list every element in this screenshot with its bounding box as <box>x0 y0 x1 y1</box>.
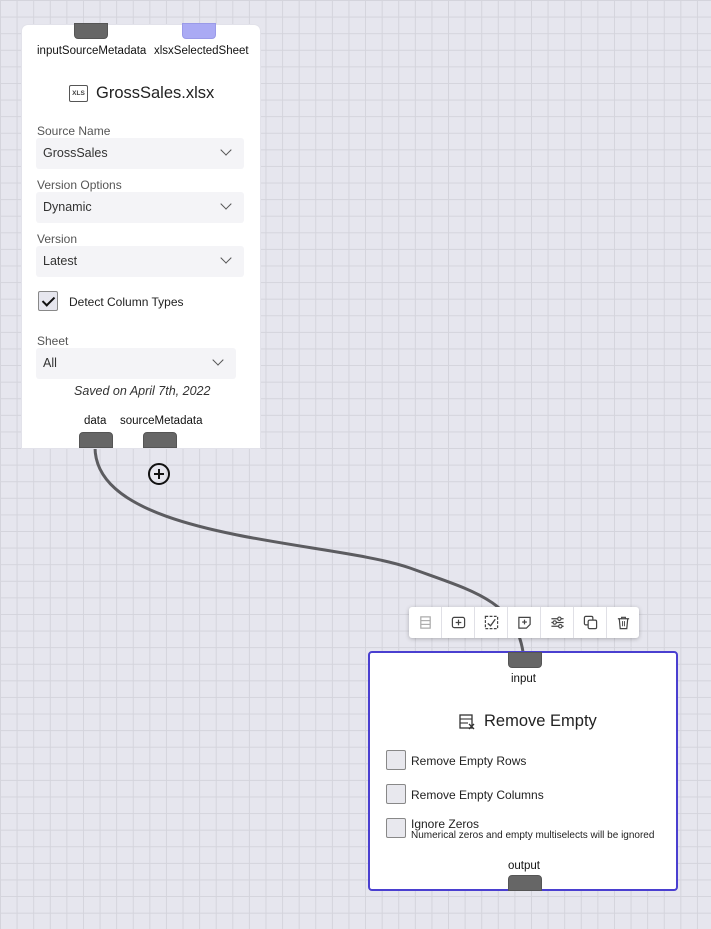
add-node-icon[interactable] <box>441 607 474 638</box>
version-value: Latest <box>43 254 78 268</box>
workflow-canvas[interactable]: inputSourceMetadata xlsxSelectedSheet XL… <box>0 0 711 929</box>
port-label: inputSourceMetadata <box>37 45 147 57</box>
version-options-value: Dynamic <box>43 200 92 214</box>
source-name-label: Source Name <box>37 124 111 138</box>
add-node-button[interactable] <box>148 463 170 485</box>
chevron-down-icon <box>220 198 232 210</box>
version-select[interactable]: Latest <box>36 246 244 277</box>
remove-empty-rows-label: Remove Empty Rows <box>411 754 527 768</box>
remove-empty-columns-label: Remove Empty Columns <box>411 788 544 802</box>
remove-empty-node[interactable]: input Remove Empty Remove Empty Rows Rem… <box>368 651 678 891</box>
remove-empty-columns-checkbox[interactable] <box>386 784 406 804</box>
port-label: output <box>508 860 540 872</box>
port-label: xlsxSelectedSheet <box>154 45 249 57</box>
version-label: Version <box>37 232 78 246</box>
node-title: Remove Empty <box>458 712 597 731</box>
chevron-down-icon <box>220 144 232 156</box>
trash-icon[interactable] <box>606 607 639 638</box>
input-port-xlsx-selected-sheet[interactable] <box>182 23 216 39</box>
source-name-value: GrossSales <box>43 146 108 160</box>
chevron-down-icon <box>220 252 232 264</box>
output-port-source-metadata[interactable] <box>143 432 177 448</box>
settings-sliders-icon[interactable] <box>540 607 573 638</box>
source-name-select[interactable]: GrossSales <box>36 138 244 169</box>
node-title-text: GrossSales.xlsx <box>96 84 215 102</box>
xlsx-source-node[interactable]: inputSourceMetadata xlsxSelectedSheet XL… <box>22 23 260 448</box>
duplicate-icon[interactable] <box>573 607 606 638</box>
table-remove-icon <box>459 713 475 729</box>
input-port-source-metadata[interactable] <box>74 23 108 39</box>
port-label: sourceMetadata <box>120 415 203 427</box>
table-remove-icon[interactable] <box>409 607 441 638</box>
version-options-select[interactable]: Dynamic <box>36 192 244 223</box>
detect-column-types-label: Detect Column Types <box>69 295 184 309</box>
sheet-value: All <box>43 356 57 370</box>
ignore-zeros-checkbox[interactable] <box>386 818 406 838</box>
node-title-text: Remove Empty <box>484 712 597 730</box>
port-label: data <box>84 415 107 427</box>
sheet-select[interactable]: All <box>36 348 236 379</box>
remove-empty-rows-checkbox[interactable] <box>386 750 406 770</box>
add-note-icon[interactable] <box>507 607 540 638</box>
chart-check-icon[interactable] <box>474 607 507 638</box>
ignore-zeros-label: Ignore Zeros <box>411 817 480 831</box>
xls-file-icon: XLS <box>69 85 88 102</box>
version-options-label: Version Options <box>37 178 122 192</box>
node-toolbar <box>409 607 639 638</box>
node-title: XLS GrossSales.xlsx <box>69 84 214 103</box>
detect-column-types-checkbox[interactable] <box>38 291 58 311</box>
input-port[interactable] <box>508 652 542 668</box>
output-port[interactable] <box>508 875 542 891</box>
ignore-zeros-help-text: Numerical zeros and empty multiselects w… <box>411 830 655 841</box>
sheet-label: Sheet <box>37 334 69 348</box>
chevron-down-icon <box>212 354 224 366</box>
saved-timestamp: Saved on April 7th, 2022 <box>74 384 211 398</box>
port-label: input <box>511 673 536 685</box>
output-port-data[interactable] <box>79 432 113 448</box>
